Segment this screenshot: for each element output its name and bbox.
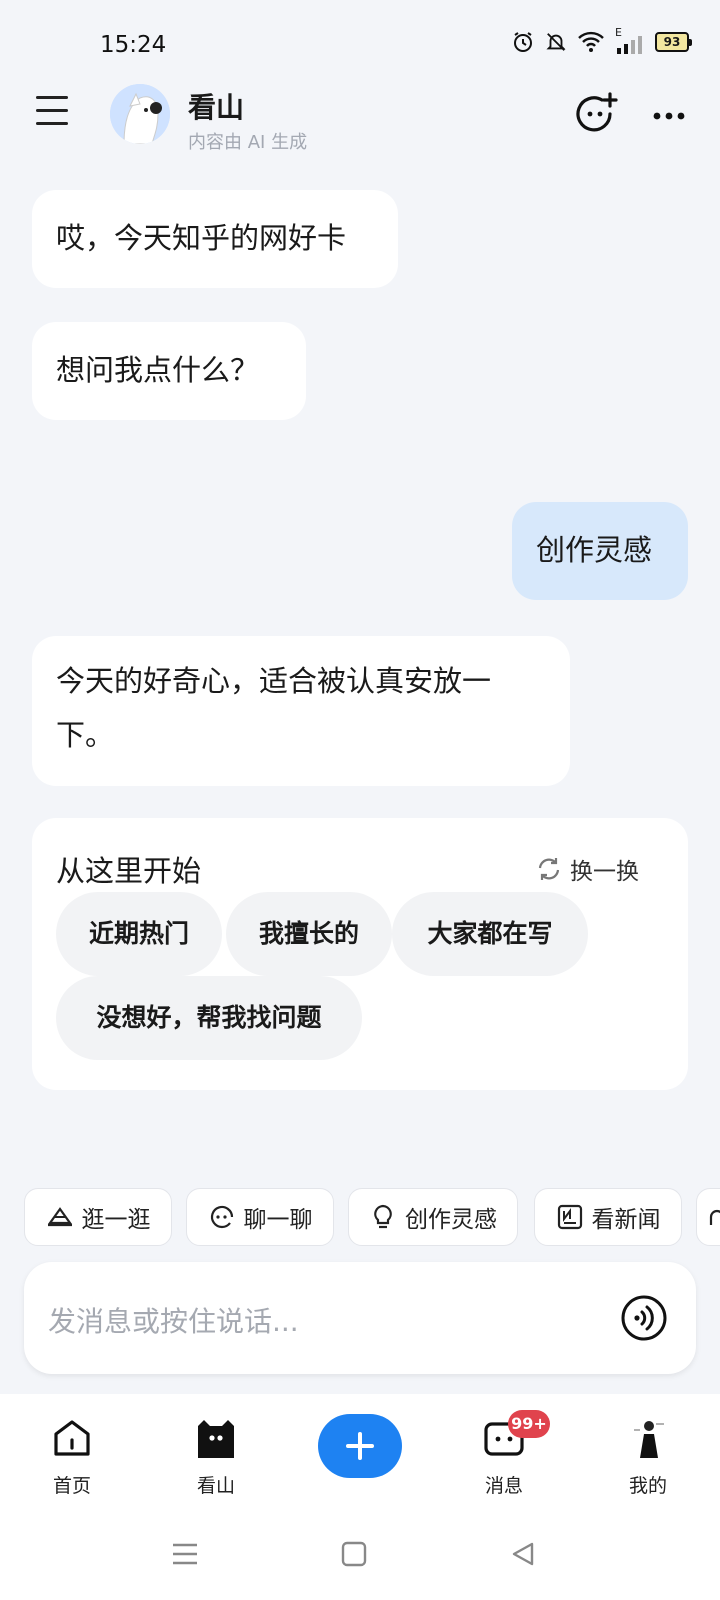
quick-action-chat[interactable]: 聊一聊 [186, 1188, 334, 1246]
quick-action-browse[interactable]: 逛一逛 [24, 1188, 172, 1246]
bot-message[interactable]: 今天的好奇心，适合被认真安放一下。 [32, 636, 570, 786]
system-home-button[interactable] [340, 1540, 368, 1572]
bot-avatar[interactable] [110, 84, 170, 144]
status-icons: E 93 [511, 26, 692, 54]
ai-disclaimer: 内容由 AI 生成 [188, 132, 308, 153]
new-chat-button[interactable] [574, 92, 618, 136]
nav-profile[interactable]: 我的 [598, 1416, 698, 1498]
bot-message[interactable]: 想问我点什么？ [32, 322, 306, 420]
home-icon [54, 1420, 90, 1456]
more-options-button[interactable] [652, 106, 686, 120]
create-plus-button[interactable] [318, 1414, 402, 1478]
alarm-icon [514, 32, 532, 52]
bot-name: 看山 [188, 91, 245, 124]
back-triangle-icon [512, 1542, 534, 1566]
suggestion-chip[interactable]: 没想好，帮我找问题 [56, 976, 362, 1060]
battery-icon: 93 [655, 32, 692, 52]
nav-home[interactable]: 首页 [22, 1416, 122, 1498]
more-dots-icon [653, 112, 685, 120]
quick-action-inspiration[interactable]: 创作灵感 [348, 1188, 518, 1246]
system-menu-button[interactable] [170, 1540, 200, 1572]
suggestion-chip[interactable]: 我擅长的 [226, 892, 392, 976]
truncated-icon [709, 1209, 720, 1225]
mute-bell-icon [546, 33, 566, 51]
suggestion-chip[interactable]: 近期热门 [56, 892, 222, 976]
newspaper-icon [557, 1204, 582, 1230]
menu-button[interactable] [36, 96, 70, 130]
hat-icon [47, 1207, 72, 1227]
wifi-icon [578, 31, 604, 52]
message-input[interactable]: 发消息或按住说话... [48, 1300, 299, 1340]
status-time: 15:24 [100, 32, 167, 58]
suggestion-chip[interactable]: 大家都在写 [392, 892, 588, 976]
lightbulb-icon [374, 1204, 392, 1229]
voice-icon [621, 1295, 667, 1341]
recent-apps-icon [173, 1543, 197, 1565]
unread-badge: 99+ [508, 1410, 550, 1438]
start-card-title: 从这里开始 [56, 854, 202, 888]
signal-icon: E [615, 26, 645, 54]
new-chat-icon [576, 92, 618, 132]
quick-action-news[interactable]: 看新闻 [534, 1188, 682, 1246]
refresh-icon [538, 858, 560, 880]
kanshan-dog-icon [110, 84, 170, 144]
bot-message[interactable]: 哎，今天知乎的网好卡 [32, 190, 398, 288]
nav-kanshan[interactable]: 看山 [166, 1416, 266, 1498]
system-home-icon [341, 1541, 367, 1567]
user-message[interactable]: 创作灵感 [512, 502, 688, 600]
refresh-suggestions-button[interactable]: 换一换 [536, 852, 639, 886]
voice-input-button[interactable] [620, 1294, 668, 1342]
kanshan-icon [198, 1420, 234, 1458]
plus-icon [346, 1432, 374, 1460]
system-back-button[interactable] [508, 1540, 536, 1572]
quick-action-more[interactable] [696, 1188, 720, 1246]
chat-face-icon [210, 1205, 233, 1229]
profile-avatar-icon [626, 1416, 670, 1460]
